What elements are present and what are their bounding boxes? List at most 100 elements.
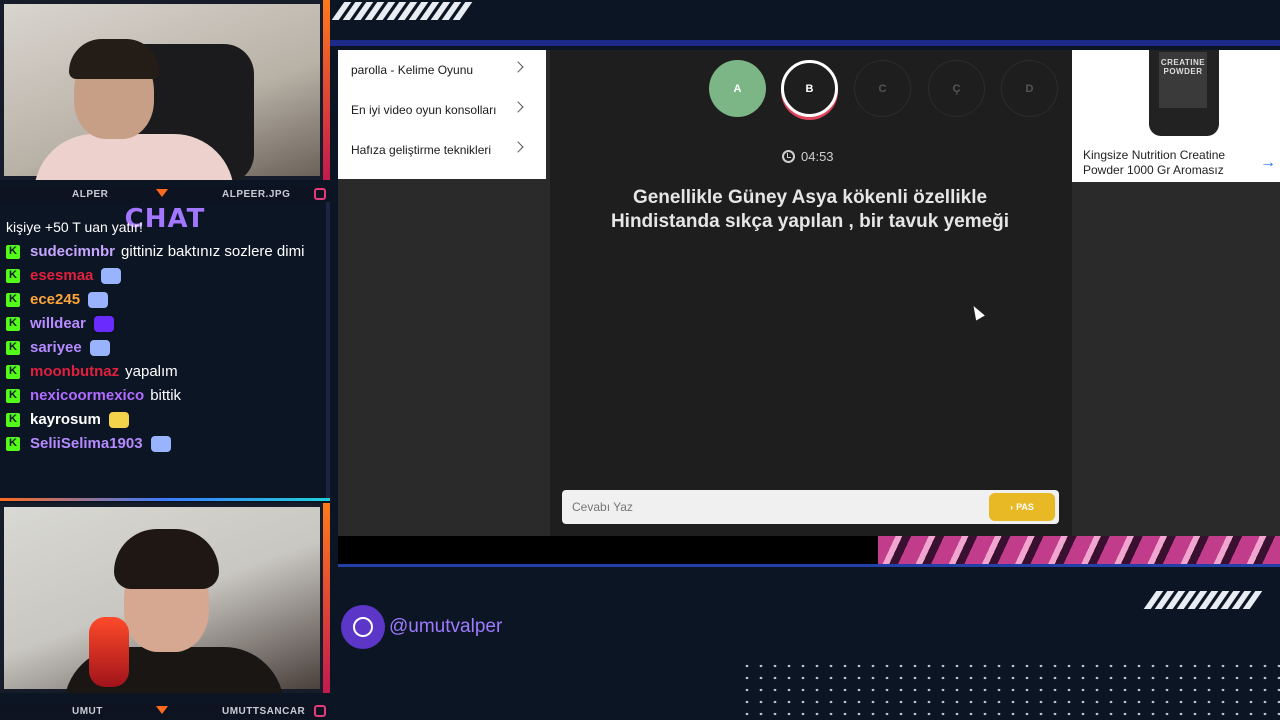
emote-icon [150,435,171,452]
webcam-top-feed [4,4,320,180]
chat-message: Kkayrosum [6,410,322,429]
kick-badge-icon: K [6,268,20,283]
webcam-border [323,503,330,693]
timer-value: 04:53 [801,149,834,164]
chat-message: Ksudecimnbr gittiniz baktınız sozlere dim… [6,242,322,261]
streamer-hair [69,39,159,79]
chat-message: Kwilldear [6,314,322,333]
kick-badge-icon: K [6,436,20,451]
chat-partial-line: kişiye +50 T uan yatır! [6,219,143,235]
decorative-band [338,536,1280,564]
pass-button-label: PAS [1016,502,1034,512]
webcam-bottom-right-name: UMUTTSANCAR [222,705,306,717]
game-timer: 04:53 [782,149,834,164]
chevron-right-icon [512,101,524,113]
social-handle: @umutvalper [341,605,502,649]
chat-username[interactable]: kayrosum [30,410,101,429]
emote-icon [108,411,129,428]
emote-icon [101,267,122,284]
answer-input[interactable] [562,490,982,524]
bottom-stripes-decoration [1143,591,1263,609]
kick-badge-icon: K [6,340,20,355]
chat-message: Knexicoormexico bittik [6,386,322,405]
product-title: Kingsize Nutrition Creatine Powder 1000 … [1083,148,1226,177]
chat-message-text: gittiniz baktınız sozlere dimi [121,243,305,260]
related-link-label: parolla - Kelime Oyunu [351,63,474,77]
kick-badge-icon: K [6,412,20,427]
related-link-3[interactable]: Hafıza geliştirme teknikleri [338,130,546,170]
streamer-hair [114,529,219,589]
kick-badge-icon: K [6,244,20,259]
browser-viewport: parolla - Kelime Oyunu En iyi video oyun… [338,50,1280,536]
chevron-right-icon [512,141,524,153]
related-link-1[interactable]: parolla - Kelime Oyunu [338,50,546,90]
chat-username[interactable]: moonbutnaz [30,362,119,381]
kick-badge-icon: K [6,316,20,331]
dot-pattern-decoration [740,660,1280,720]
chat-username[interactable]: SeliiSelima1903 [30,434,143,453]
webcam-top-right-name: ALPEER.JPG [222,188,291,200]
chat-message-text: bittik [150,387,182,404]
webcam-bottom-left-name: UMUT [72,705,103,717]
related-link-label: Hafıza geliştirme teknikleri [351,143,492,157]
letter-circle-d[interactable]: D [1001,60,1058,117]
word-game-panel: A B C Ç D 04:53 Genellikle Güney Asya kö… [550,50,1072,536]
webcam-top-left-name: ALPER [72,188,109,200]
chat-panel: CHAT kişiye +50 T uan yatır! Ksudecimnbr… [0,202,330,498]
globe-icon [341,605,385,649]
chat-message: K SeliiSelima1903 [6,434,322,453]
kick-badge-icon: K [6,388,20,403]
webcam-top [0,0,330,180]
chat-username[interactable]: nexicoormexico [30,386,144,405]
social-handle-text: @umutvalper [389,616,503,637]
related-searches-list: parolla - Kelime Oyunu En iyi video oyun… [338,50,546,179]
emote-icon [88,291,109,308]
related-link-2[interactable]: En iyi video oyun konsolları [338,90,546,130]
arrow-right-icon[interactable]: → [1260,154,1276,172]
chat-divider [0,498,330,501]
letter-circle-b[interactable]: B [781,60,838,117]
chevron-right-icon: › [1010,502,1014,512]
product-ad[interactable]: CREATINE POWDER Kingsize Nutrition Creat… [1072,50,1280,182]
letter-circle-c[interactable]: C [854,60,911,117]
clock-icon [782,150,795,163]
webcam-border [323,0,330,180]
kick-badge-icon: K [6,364,20,379]
webcam-bottom-namebar: UMUT UMUTTSANCAR [0,703,330,719]
kick-badge-icon: K [6,292,20,307]
chat-message: Ksariyee [6,338,322,357]
microphone [89,617,129,687]
instagram-icon [314,705,326,717]
letter-circle-c-cedilla[interactable]: Ç [928,60,985,117]
chevron-right-icon [512,61,524,73]
emote-icon [93,315,114,332]
question-text: Genellikle Güney Asya kökenli özellikle … [610,187,1010,232]
top-stripes-decoration [331,2,473,20]
chat-username[interactable]: willdear [30,314,86,333]
frame-top-bar [330,40,1280,46]
webcam-bottom-feed [4,507,320,693]
triangle-icon [156,706,168,714]
chat-username[interactable]: esesmaa [30,266,93,285]
chat-message-text: yapalım [125,363,178,380]
chat-message: Kesesmaa [6,266,322,285]
pass-button[interactable]: › PAS [989,493,1055,521]
chat-username[interactable]: sudecimnbr [30,242,115,261]
chat-message: Kece245 [6,290,322,309]
chat-username[interactable]: sariyee [30,338,82,357]
triangle-icon [156,189,168,197]
chat-username[interactable]: ece245 [30,290,80,309]
letter-circle-a[interactable]: A [709,60,766,117]
chat-messages: kişiye +50 T uan yatır! Ksudecimnbr gitti… [6,220,322,458]
answer-bar: › PAS [562,490,1059,524]
webcam-bottom [0,503,330,693]
product-image-label: CREATINE POWDER [1159,52,1207,108]
decorative-line [338,564,1280,567]
webcam-top-namebar: ALPER ALPEER.JPG [0,186,330,202]
stream-overlay: ALPER ALPEER.JPG CHAT kişiye +50 T uan y… [0,0,1280,720]
emote-icon [89,339,110,356]
product-image: CREATINE POWDER [1149,50,1219,136]
chat-message: Kmoonbutnaz yapalım [6,362,322,381]
related-link-label: En iyi video oyun konsolları [351,103,497,117]
instagram-icon [314,188,326,200]
